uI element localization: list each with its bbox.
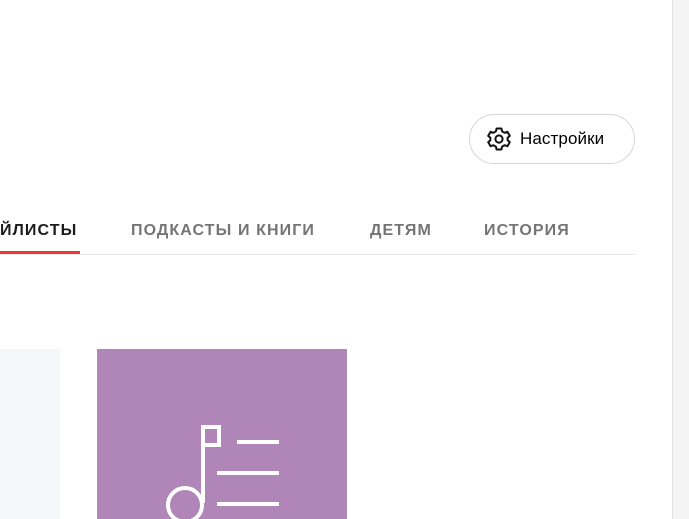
- page-scrollbar[interactable]: [672, 0, 689, 519]
- tab-bar: ЙЛИСТЫ ПОДКАСТЫ И КНИГИ ДЕТЯМ ИСТОРИЯ: [0, 214, 635, 255]
- active-tab-indicator: [0, 251, 80, 254]
- gear-icon: [486, 126, 512, 152]
- playlist-music-icon: [97, 349, 347, 519]
- settings-button[interactable]: Настройки: [469, 114, 635, 164]
- tab-podcasts-and-books[interactable]: ПОДКАСТЫ И КНИГИ: [131, 222, 315, 240]
- playlist-card-placeholder[interactable]: [0, 349, 60, 519]
- tab-kids[interactable]: ДЕТЯМ: [370, 222, 432, 240]
- tab-history[interactable]: ИСТОРИЯ: [484, 222, 570, 240]
- settings-label: Настройки: [520, 129, 605, 148]
- tab-playlists[interactable]: ЙЛИСТЫ: [0, 222, 77, 240]
- playlist-card-cover[interactable]: [97, 349, 347, 519]
